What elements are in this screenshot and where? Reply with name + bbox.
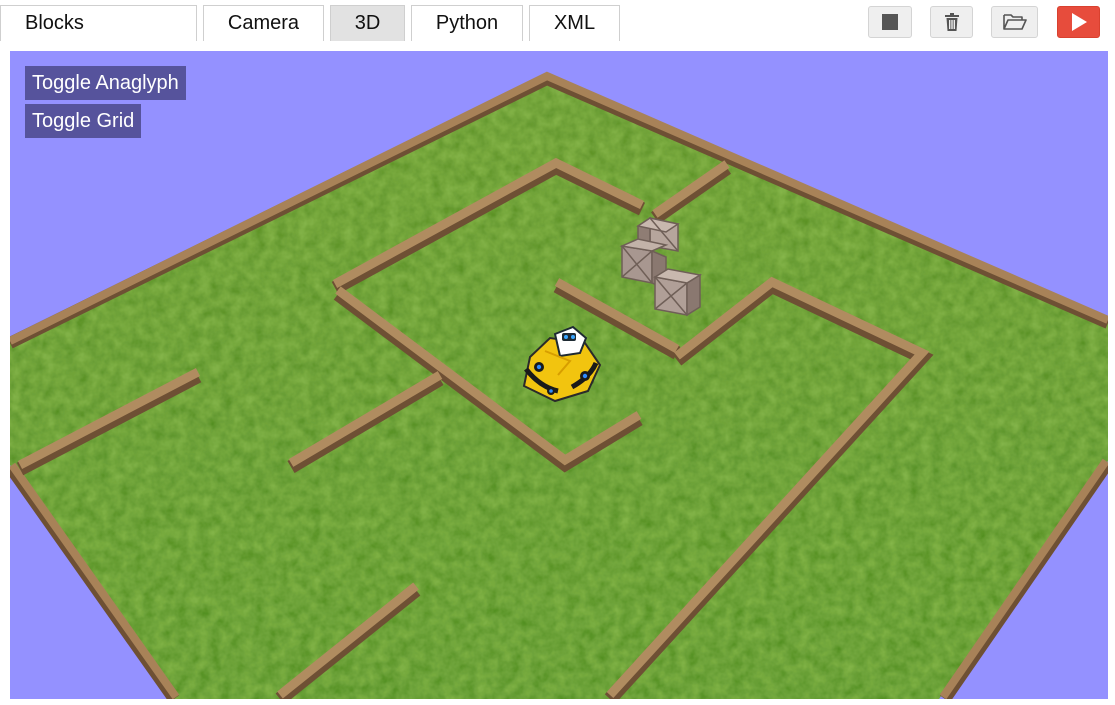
3d-viewport[interactable]: Toggle Anaglyph Toggle Grid — [10, 51, 1108, 699]
3d-scene — [10, 71, 1108, 699]
stop-button[interactable] — [868, 6, 912, 38]
tab-bar: Blocks Camera 3D Python XML — [0, 0, 1115, 46]
folder-open-icon — [1002, 14, 1027, 30]
run-button[interactable] — [1057, 6, 1100, 38]
toggle-anaglyph-button[interactable]: Toggle Anaglyph — [25, 66, 186, 100]
tab-python[interactable]: Python — [411, 5, 523, 41]
play-icon — [1071, 13, 1087, 31]
open-button[interactable] — [991, 6, 1038, 38]
tab-xml[interactable]: XML — [529, 5, 620, 41]
crate — [652, 268, 703, 317]
tab-3d[interactable]: 3D — [330, 5, 405, 41]
toggle-grid-button[interactable]: Toggle Grid — [25, 104, 142, 138]
delete-button[interactable] — [930, 6, 973, 38]
tab-blocks[interactable]: Blocks — [0, 5, 197, 41]
trash-icon — [944, 13, 959, 31]
stop-icon — [882, 14, 898, 30]
tab-camera[interactable]: Camera — [203, 5, 324, 41]
